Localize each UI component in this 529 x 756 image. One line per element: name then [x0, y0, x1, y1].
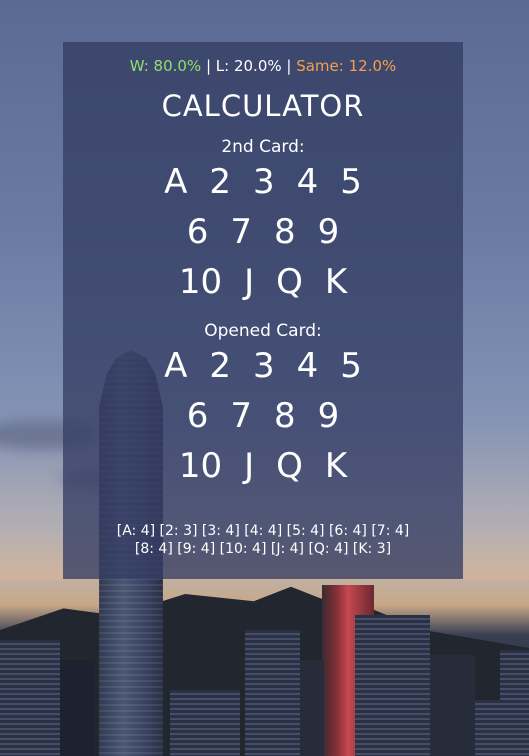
second-card-a[interactable]: A: [153, 157, 198, 207]
opened-card-10[interactable]: 10: [168, 441, 233, 491]
opened-card-8[interactable]: 8: [263, 391, 307, 441]
second-card-9[interactable]: 9: [307, 207, 351, 257]
counts-line: [8: 4] [9: 4] [10: 4] [J: 4] [Q: 4] [K: …: [134, 541, 392, 557]
second-card-5[interactable]: 5: [329, 157, 373, 207]
opened-card-j[interactable]: J: [233, 441, 265, 491]
card-row: 10 J Q K: [63, 441, 463, 491]
opened-card-label: Opened Card:: [204, 321, 322, 341]
remaining-card-counts: [A: 4] [2: 3] [3: 4] [4: 4] [5: 4] [6: 4…: [63, 522, 463, 558]
building: [170, 690, 240, 756]
opened-card-a[interactable]: A: [153, 341, 198, 391]
building: [60, 660, 95, 756]
second-card-7[interactable]: 7: [219, 207, 263, 257]
second-card-q[interactable]: Q: [265, 257, 314, 307]
lose-percentage: L: 20.0%: [215, 57, 282, 75]
second-card-3[interactable]: 3: [242, 157, 286, 207]
second-card-8[interactable]: 8: [263, 207, 307, 257]
win-percentage: W: 80.0%: [129, 57, 202, 75]
card-row: 10 J Q K: [63, 257, 463, 307]
opened-card-9[interactable]: 9: [307, 391, 351, 441]
calculator-panel: W: 80.0% | L: 20.0% | Same: 12.0% CALCUL…: [63, 42, 463, 579]
opened-card-3[interactable]: 3: [242, 341, 286, 391]
second-card-label: 2nd Card:: [221, 137, 305, 157]
opened-card-grid: A 2 3 4 5 6 7 8 9 10 J Q K: [63, 341, 463, 491]
opened-card-6[interactable]: 6: [176, 391, 220, 441]
card-row: A 2 3 4 5: [63, 341, 463, 391]
second-card-j[interactable]: J: [233, 257, 265, 307]
opened-card-5[interactable]: 5: [329, 341, 373, 391]
building: [245, 630, 300, 756]
second-card-6[interactable]: 6: [176, 207, 220, 257]
separator: |: [201, 57, 216, 75]
same-percentage: Same: 12.0%: [296, 57, 397, 75]
card-row: 6 7 8 9: [63, 207, 463, 257]
building: [300, 660, 324, 756]
second-card-k[interactable]: K: [314, 257, 358, 307]
opened-card-2[interactable]: 2: [198, 341, 242, 391]
building: [475, 700, 503, 756]
second-card-4[interactable]: 4: [286, 157, 330, 207]
opened-card-q[interactable]: Q: [265, 441, 314, 491]
separator: |: [281, 57, 297, 75]
odds-summary: W: 80.0% | L: 20.0% | Same: 12.0%: [63, 57, 463, 75]
second-card-2[interactable]: 2: [198, 157, 242, 207]
building: [500, 650, 529, 756]
building: [355, 615, 430, 756]
opened-card-k[interactable]: K: [314, 441, 358, 491]
counts-line: [A: 4] [2: 3] [3: 4] [4: 4] [5: 4] [6: 4…: [116, 523, 410, 539]
opened-card-7[interactable]: 7: [219, 391, 263, 441]
page-title: CALCULATOR: [161, 89, 365, 123]
building: [0, 640, 60, 756]
opened-card-4[interactable]: 4: [286, 341, 330, 391]
card-row: A 2 3 4 5: [63, 157, 463, 207]
card-row: 6 7 8 9: [63, 391, 463, 441]
second-card-grid: A 2 3 4 5 6 7 8 9 10 J Q K: [63, 157, 463, 307]
building: [430, 655, 475, 756]
second-card-10[interactable]: 10: [168, 257, 233, 307]
